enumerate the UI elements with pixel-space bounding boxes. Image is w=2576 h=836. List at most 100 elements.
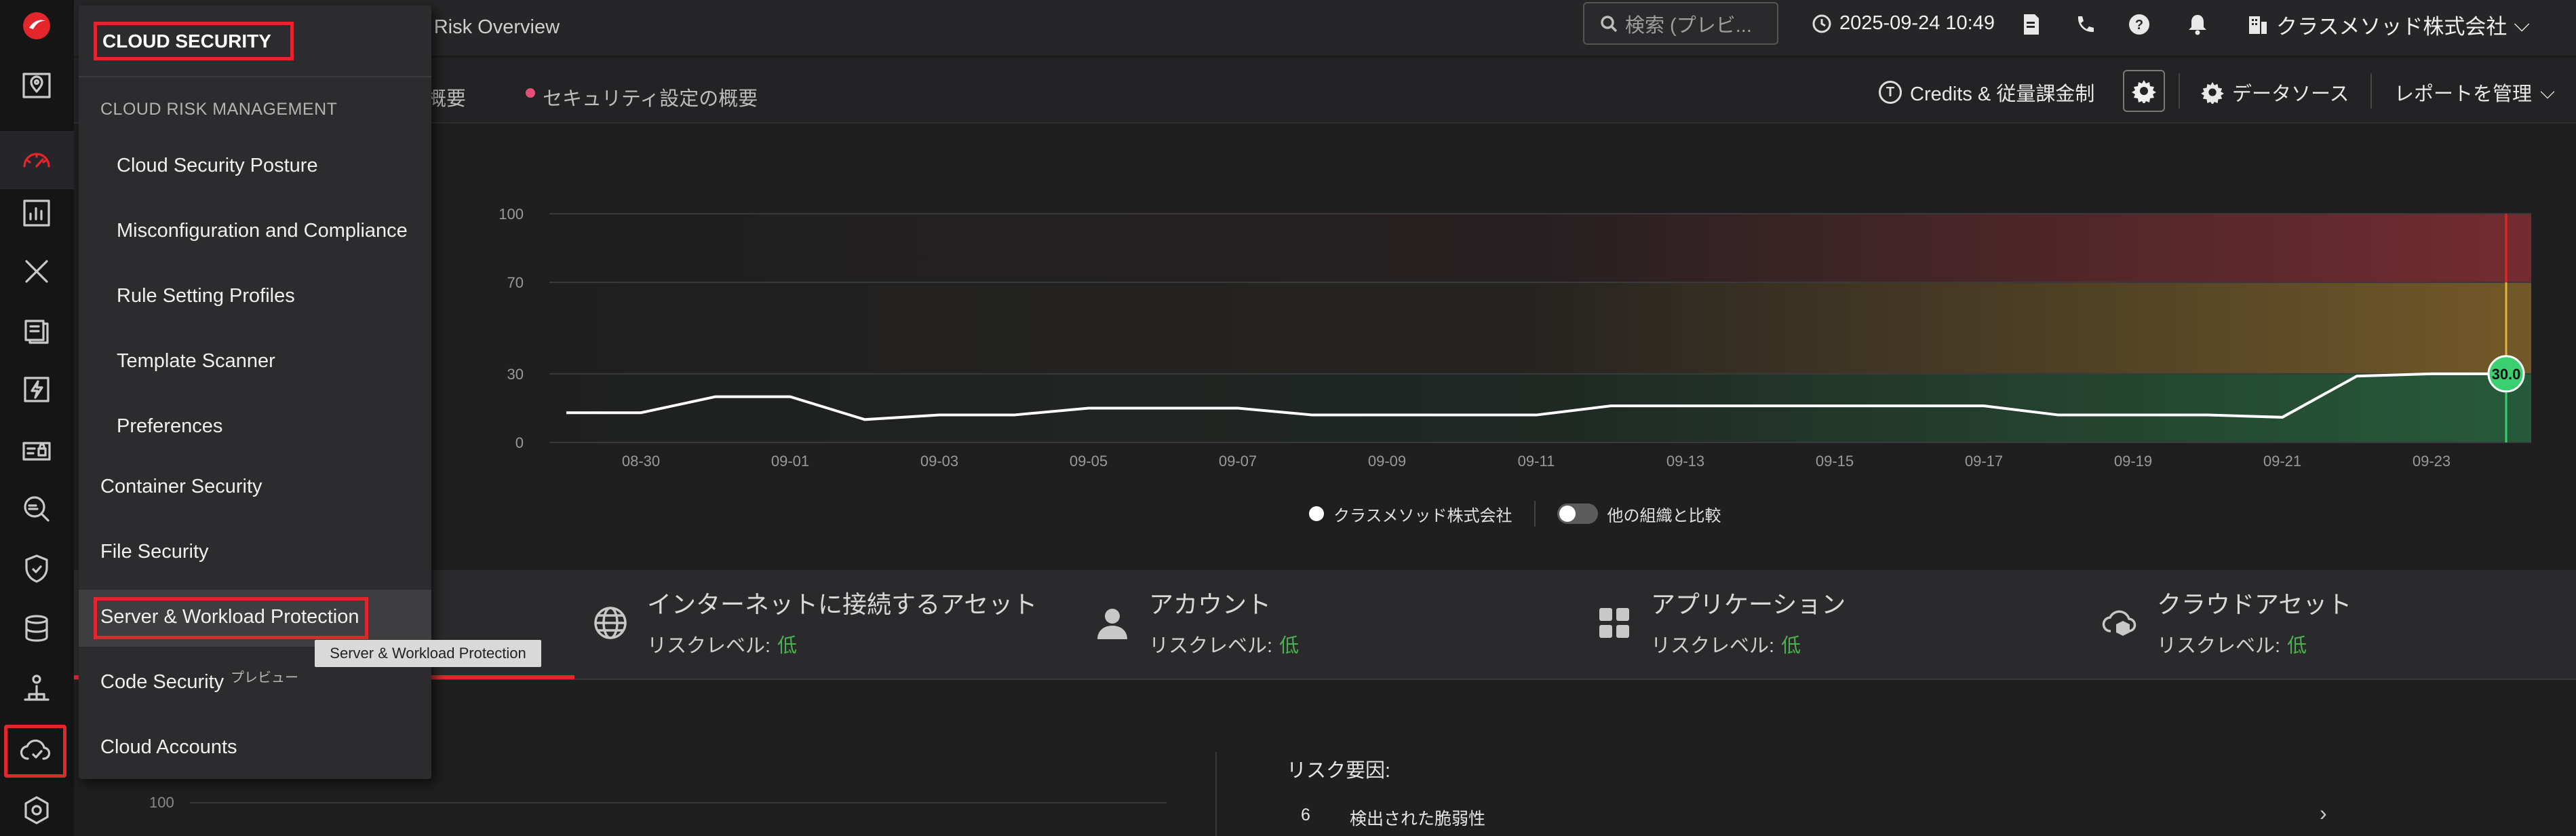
menu-item-template-scanner[interactable]: Template Scanner <box>117 350 275 373</box>
bottom-divider <box>1215 752 1217 836</box>
chevron-down-icon: ⌵ <box>2540 81 2555 103</box>
datetime: 2025-09-24 10:49 <box>1811 12 1995 35</box>
datasource-button[interactable]: データソース <box>2201 78 2349 107</box>
risk-band <box>549 373 2531 442</box>
attack-surface-icon[interactable] <box>12 305 61 354</box>
tab-dot-indicator <box>526 88 535 98</box>
risk-value: 低 <box>777 635 798 657</box>
manage-report-button[interactable]: レポートを管理 ⌵ <box>2394 78 2555 107</box>
current-value-label: 30.0 <box>2492 366 2521 383</box>
menu-section-label: CLOUD RISK MANAGEMENT <box>100 100 338 119</box>
category-title: アカウント <box>1149 590 1272 618</box>
cloud-cube-icon <box>2102 610 2136 636</box>
search-placeholder: 検索 (プレビ... <box>1625 14 1752 37</box>
credits-button[interactable]: T Credits & 従量課金制 <box>1879 78 2094 107</box>
x-tick-label: 09-19 <box>2114 453 2152 470</box>
chart-legend: クラスメソッド株式会社 他の組織と比較 <box>1309 501 1721 527</box>
compare-toggle[interactable] <box>1557 504 1598 524</box>
risk-label: リスクレベル: <box>2157 635 2281 657</box>
menu-item-misconfiguration[interactable]: Misconfiguration and Compliance <box>117 220 408 242</box>
cloud-security-icon[interactable] <box>4 725 66 778</box>
x-tick-label: 09-23 <box>2413 453 2451 470</box>
support-call-icon[interactable] <box>2070 10 2100 39</box>
risk-band <box>549 214 2531 283</box>
menu-item-preferences[interactable]: Preferences <box>117 415 222 438</box>
xdr-icon[interactable] <box>12 247 61 296</box>
category-internet-assets[interactable]: インターネットに接続するアセット リスクレベル: 低 <box>591 585 1037 658</box>
x-tick-label: 09-09 <box>1368 453 1406 470</box>
notification-bell-icon[interactable] <box>2183 10 2212 39</box>
gear-icon <box>2201 81 2224 104</box>
category-cloud-assets[interactable]: クラウドアセット リスクレベル: 低 <box>2101 585 2351 658</box>
document-icon[interactable] <box>2016 10 2046 39</box>
network-users-icon[interactable] <box>12 664 61 712</box>
x-tick-label: 09-01 <box>771 453 809 470</box>
x-tick-label: 09-07 <box>1219 453 1257 470</box>
risk-label: リスクレベル: <box>1149 635 1273 657</box>
y-tick-label: 0 <box>515 434 524 451</box>
menu-item-rule-setting-profiles[interactable]: Rule Setting Profiles <box>117 285 295 307</box>
x-tick-label: 09-11 <box>1518 453 1555 470</box>
left-nav-rail <box>0 0 74 836</box>
tab-security-settings[interactable]: セキュリティ設定の概要 <box>543 83 758 111</box>
building-icon <box>2249 16 2267 34</box>
menu-title[interactable]: CLOUD SECURITY <box>94 22 294 60</box>
datetime-text: 2025-09-24 10:49 <box>1839 12 1995 34</box>
search-input[interactable]: 検索 (プレビ... <box>1583 2 1778 45</box>
y-tick-label: 30 <box>507 366 524 383</box>
shield-check-icon[interactable] <box>12 544 61 593</box>
reports-icon[interactable] <box>12 189 61 238</box>
search-analysis-icon[interactable] <box>12 484 61 533</box>
menu-item-cloud-accounts[interactable]: Cloud Accounts <box>100 736 237 759</box>
category-accounts[interactable]: アカウント リスクレベル: 低 <box>1093 585 1299 658</box>
globe-icon <box>594 607 627 639</box>
trend-logo-icon[interactable] <box>12 1 61 50</box>
bottom-chart-y-label: 100 <box>149 794 174 811</box>
y-tick-label: 100 <box>499 206 524 223</box>
risk-value: 低 <box>1279 635 1300 657</box>
menu-item-cloud-security-posture[interactable]: Cloud Security Posture <box>117 155 318 177</box>
page-title: r Risk Overview <box>422 16 560 38</box>
org-name: クラスメソッド株式会社 <box>2276 15 2507 39</box>
bottom-chart-gridline <box>190 802 1167 803</box>
identity-lock-icon[interactable] <box>12 425 61 474</box>
dashboard-gauge-icon[interactable] <box>12 136 61 185</box>
settings-button[interactable] <box>2123 70 2165 112</box>
threat-lightning-icon[interactable] <box>12 365 61 414</box>
category-applications[interactable]: アプリケーション リスクレベル: 低 <box>1595 585 1846 658</box>
chevron-right-icon[interactable]: › <box>2320 801 2327 826</box>
org-selector[interactable]: クラスメソッド株式会社 ⌵ <box>2246 10 2530 40</box>
help-icon[interactable]: ? <box>2124 10 2154 39</box>
database-shield-icon[interactable] <box>12 604 61 653</box>
menu-item-file-security[interactable]: File Security <box>100 541 209 563</box>
user-icon <box>1097 609 1127 639</box>
legend-divider <box>1534 501 1536 527</box>
x-tick-label: 09-15 <box>1816 453 1854 470</box>
gear-icon <box>2132 80 2156 103</box>
category-title: アプリケーション <box>1651 590 1846 618</box>
menu-item-server-workload-protection[interactable]: Server & Workload Protection <box>100 606 359 628</box>
category-title: クラウドアセット <box>2157 590 2352 618</box>
menu-item-code-security[interactable]: Code Security <box>100 671 224 694</box>
map-pin-icon[interactable] <box>12 61 61 110</box>
risk-value: 低 <box>1781 635 1801 657</box>
category-title: インターネットに接続するアセット <box>647 590 1038 618</box>
risk-trend-chart: 100 70 30 0 08-30 09-01 09-03 09-05 09-07 09-09 0… <box>499 206 2531 470</box>
tooltip: Server & Workload Protection <box>315 640 541 667</box>
x-tick-label: 09-03 <box>920 453 958 470</box>
x-tick-label: 08-30 <box>622 453 660 470</box>
chevron-down-icon: ⌵ <box>2514 12 2530 36</box>
report-label: レポートを管理 <box>2394 83 2533 105</box>
legend-dot <box>1309 506 1324 521</box>
risk-band <box>549 282 2531 374</box>
settings-hex-icon[interactable] <box>12 786 61 835</box>
preview-badge: プレビュー <box>231 670 298 685</box>
risk-label: リスクレベル: <box>647 635 771 657</box>
toolbar-divider <box>2179 73 2180 109</box>
x-tick-label: 09-17 <box>1965 453 2003 470</box>
x-tick-label: 09-21 <box>2263 453 2301 470</box>
risk-factor-label[interactable]: 検出された脆弱性 <box>1350 805 1485 830</box>
menu-item-container-security[interactable]: Container Security <box>100 476 262 498</box>
x-tick-label: 09-05 <box>1070 453 1108 470</box>
legend-series-label: クラスメソッド株式会社 <box>1333 506 1513 525</box>
